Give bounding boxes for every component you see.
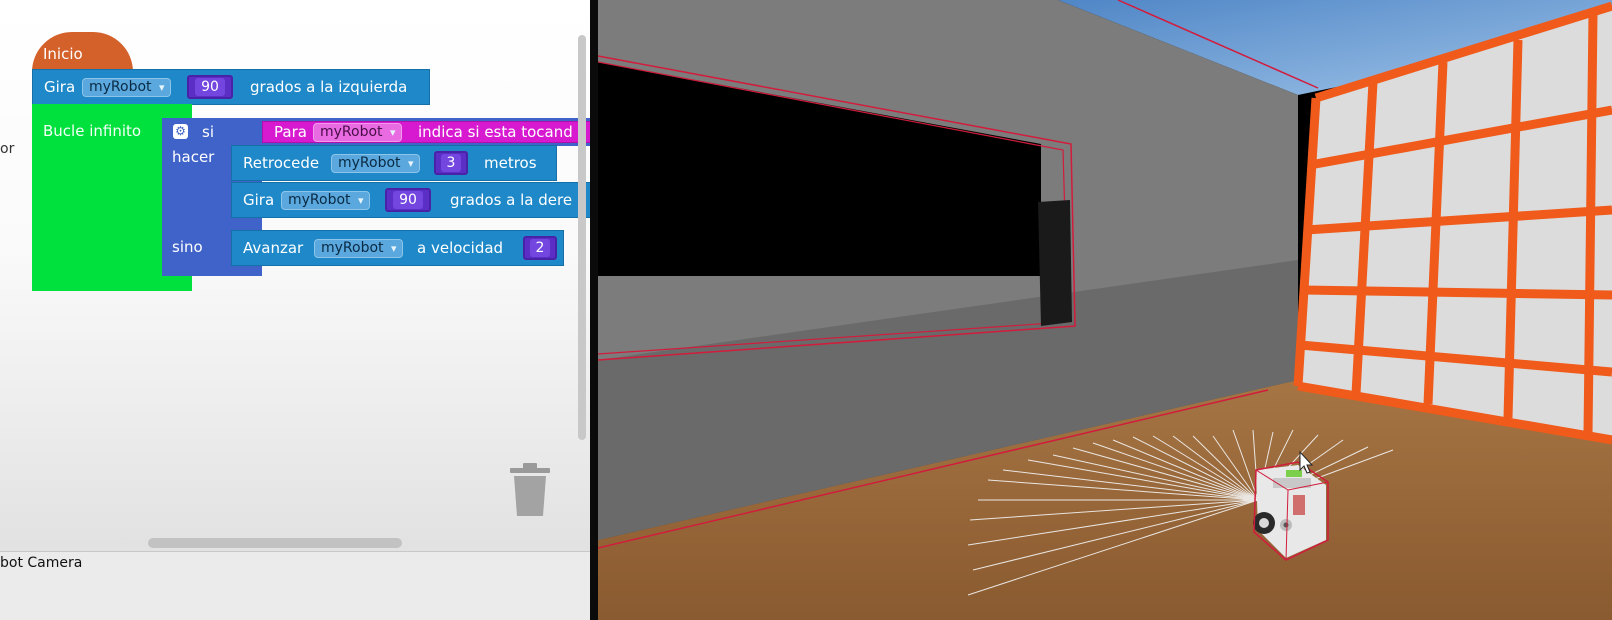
if-label: si xyxy=(202,123,214,141)
degrees-input[interactable]: 90 xyxy=(385,188,431,212)
turn-left-suffix: grados a la izquierda xyxy=(250,78,408,96)
speed-value: 2 xyxy=(529,239,551,257)
cut-off-label: or xyxy=(0,141,15,157)
loop-label: Bucle infinito xyxy=(43,122,142,140)
distance-input[interactable]: 3 xyxy=(434,151,468,175)
robot-dropdown[interactable]: myRobot xyxy=(313,123,402,142)
advance-block[interactable]: Avanzar myRobot a velocidad 2 xyxy=(231,230,564,266)
turn-right-block[interactable]: Gira myRobot 90 grados a la dere xyxy=(231,182,590,218)
robot-dropdown[interactable]: myRobot xyxy=(82,78,171,97)
touch-verb: Para xyxy=(274,123,307,141)
degrees-value: 90 xyxy=(393,191,423,209)
vertical-scrollbar[interactable] xyxy=(578,35,586,440)
scene-render xyxy=(598,0,1612,620)
turn-left-block[interactable]: Gira myRobot 90 grados a la izquierda xyxy=(32,69,430,105)
turn-right-suffix: grados a la dere xyxy=(450,191,573,209)
advance-middle: a velocidad xyxy=(417,239,504,257)
start-hat-block[interactable]: Inicio xyxy=(32,32,133,72)
distance-value: 3 xyxy=(440,154,462,172)
degrees-input[interactable]: 90 xyxy=(187,75,233,99)
gear-icon[interactable]: ⚙ xyxy=(173,124,188,139)
advance-verb: Avanzar xyxy=(243,239,304,257)
robot-dropdown[interactable]: myRobot xyxy=(331,154,420,173)
speed-input[interactable]: 2 xyxy=(523,236,557,260)
simulator-viewport[interactable] xyxy=(598,0,1612,620)
horizontal-scrollbar[interactable] xyxy=(148,538,402,548)
start-label: Inicio xyxy=(43,45,83,63)
touch-sensor-block[interactable]: Para myRobot indica si esta tocand xyxy=(262,121,590,143)
touch-suffix: indica si esta tocand xyxy=(418,123,573,141)
camera-label: bot Camera xyxy=(0,555,83,571)
backward-block[interactable]: Retrocede myRobot 3 metros xyxy=(231,145,557,181)
backward-suffix: metros xyxy=(484,154,537,172)
else-label: sino xyxy=(172,238,203,256)
pane-splitter[interactable] xyxy=(590,0,598,620)
turn-right-verb: Gira xyxy=(243,191,275,209)
robot-dropdown[interactable]: myRobot xyxy=(281,191,370,210)
backward-verb: Retrocede xyxy=(243,154,320,172)
blockly-workspace[interactable]: or Inicio Gira myRobot 90 grados a la iz… xyxy=(0,0,590,620)
robot-dropdown[interactable]: myRobot xyxy=(314,239,403,258)
do-label: hacer xyxy=(172,148,215,166)
turn-left-verb: Gira xyxy=(44,78,76,96)
status-bar: bot Camera xyxy=(0,551,590,620)
trash-icon[interactable] xyxy=(508,462,552,518)
degrees-value: 90 xyxy=(195,78,225,96)
